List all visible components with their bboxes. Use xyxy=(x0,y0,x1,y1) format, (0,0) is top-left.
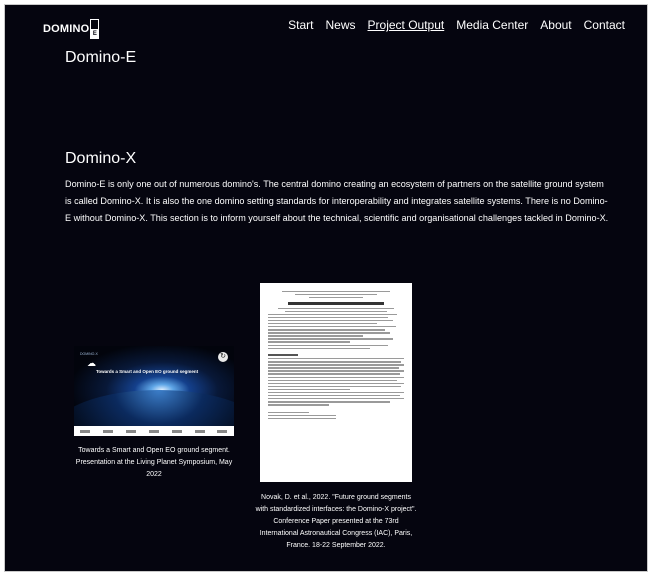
partner-logos-strip xyxy=(74,426,234,436)
presentation-caption[interactable]: Towards a Smart and Open EO ground segme… xyxy=(74,445,234,481)
partner-logo xyxy=(171,429,182,433)
nav-news[interactable]: News xyxy=(326,18,356,32)
thumbnail-title: Towards a Smart and Open EO ground segme… xyxy=(96,369,199,374)
partner-logo xyxy=(103,429,114,433)
nav-media-center[interactable]: Media Center xyxy=(456,18,528,32)
site-logo[interactable]: DOMINO E xyxy=(43,19,100,39)
cloud-icon: ☁ xyxy=(87,358,96,368)
nav-contact[interactable]: Contact xyxy=(584,18,625,32)
presentation-thumbnail[interactable]: ☁ DOMINO-X Towards a Smart and Open EO g… xyxy=(74,346,234,426)
logo-text: DOMINO xyxy=(43,23,90,35)
logo-mark-icon: E xyxy=(90,19,100,39)
partner-logo xyxy=(217,429,228,433)
domino-x-heading: Domino-X xyxy=(65,150,137,167)
partner-logo xyxy=(126,429,137,433)
domino-e-heading: Domino-E xyxy=(65,49,137,66)
nav-about[interactable]: About xyxy=(540,18,571,32)
domino-x-description: Domino-E is only one out of numerous dom… xyxy=(65,179,609,223)
paper-caption[interactable]: Novak, D. et al., 2022. "Future ground s… xyxy=(254,492,418,552)
page: DOMINO E Start News Project Output Media… xyxy=(4,4,648,572)
paper-thumbnail[interactable] xyxy=(260,283,412,482)
partner-logo xyxy=(194,429,205,433)
main-nav: Start News Project Output Media Center A… xyxy=(288,18,625,32)
nav-project-output[interactable]: Project Output xyxy=(368,18,445,32)
partner-logo xyxy=(148,429,159,433)
thumbnail-brand: DOMINO-X xyxy=(80,352,98,356)
earth-image xyxy=(74,390,234,426)
share-icon: ↻ xyxy=(218,352,228,362)
partner-logo xyxy=(80,429,91,433)
nav-start[interactable]: Start xyxy=(288,18,313,32)
